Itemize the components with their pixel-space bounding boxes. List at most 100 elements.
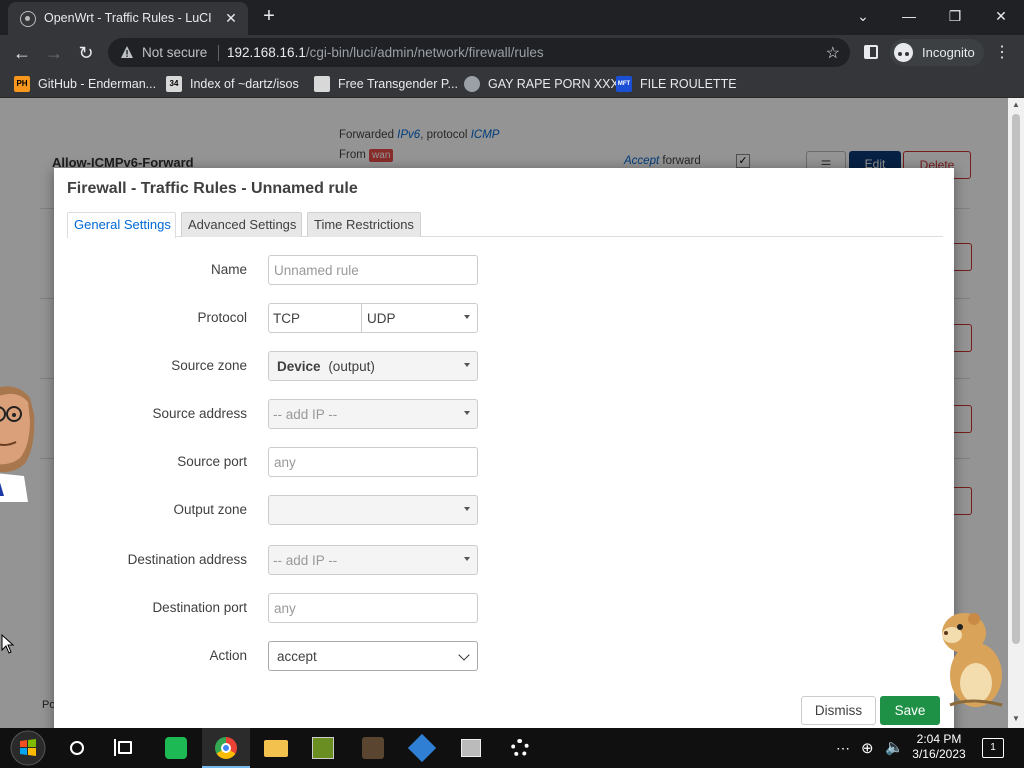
side-panel-icon[interactable]: [864, 45, 878, 59]
back-arrow-icon[interactable]: ←: [9, 40, 35, 66]
spotify-app-icon[interactable]: [152, 728, 200, 768]
restore-button[interactable]: ❐: [932, 0, 978, 32]
globe-icon: [464, 76, 480, 92]
destination-port-input[interactable]: any: [268, 593, 478, 623]
scroll-up-icon[interactable]: ▲: [1008, 98, 1024, 112]
start-button[interactable]: [2, 728, 50, 768]
incognito-label: Incognito: [922, 45, 975, 60]
protocol-chip-udp[interactable]: UDP: [363, 304, 477, 332]
new-tab-button[interactable]: +: [258, 5, 280, 27]
source-port-input[interactable]: any: [268, 447, 478, 477]
dropdown-caret-icon[interactable]: [464, 507, 470, 511]
bookmark-label: Free Transgender P...: [338, 77, 458, 91]
url-text[interactable]: 192.168.16.1/cgi-bin/luci/admin/network/…: [227, 45, 544, 60]
bookmark-star-icon[interactable]: ☆: [826, 43, 840, 63]
dismiss-button[interactable]: Dismiss: [801, 696, 876, 725]
minimize-button[interactable]: —: [886, 0, 932, 32]
tab-general-settings[interactable]: General Settings: [67, 212, 176, 238]
destination-address-label: Destination address: [127, 552, 247, 567]
dropdown-caret-icon[interactable]: [464, 363, 470, 367]
modal-title: Firewall - Traffic Rules - Unnamed rule: [67, 180, 358, 197]
action-label: Action: [209, 648, 247, 663]
mouse-cursor-icon: [1, 634, 15, 654]
browser-tab[interactable]: OpenWrt - Traffic Rules - LuCI ✕: [8, 2, 248, 35]
mft-icon: MFT: [616, 76, 632, 92]
browser-toolbar: ← → ↻ Not secure 192.168.16.1/cgi-bin/lu…: [0, 35, 1024, 70]
bookmark-label: GitHub - Enderman...: [38, 77, 157, 91]
chevron-down-icon: [458, 649, 470, 661]
bookmarks-bar: PH GitHub - Enderman... 34 Index of ~dartz/…: [0, 70, 1024, 98]
folder-34-icon: 34: [166, 76, 182, 92]
name-label: Name: [210, 262, 247, 277]
reload-icon[interactable]: ↻: [73, 40, 99, 66]
address-bar[interactable]: Not secure 192.168.16.1/cgi-bin/luci/adm…: [108, 38, 850, 67]
clock[interactable]: 2:04 PM 3/16/2023: [906, 732, 972, 762]
modal-tab-bar: General Settings Advanced Settings Time …: [67, 212, 943, 238]
tray-overflow-icon[interactable]: ⋯: [836, 740, 850, 757]
tab-time-restrictions[interactable]: Time Restrictions: [307, 212, 421, 237]
source-zone-value: Device (output): [277, 359, 375, 374]
openwrt-favicon-icon: [20, 11, 36, 27]
network-app-icon[interactable]: [398, 728, 446, 768]
network-globe-icon[interactable]: ⊕: [861, 739, 874, 757]
protocol-chip-tcp[interactable]: TCP: [269, 304, 362, 332]
source-port-label: Source port: [177, 454, 247, 469]
bookmark-item[interactable]: Free Transgender P...: [314, 75, 458, 93]
scroll-down-icon[interactable]: ▼: [1008, 712, 1024, 726]
url-path: /cgi-bin/luci/admin/network/firewall/rul…: [305, 45, 544, 60]
volume-icon[interactable]: 🔈: [885, 738, 904, 756]
chrome-menu-icon[interactable]: ⋮: [994, 42, 1010, 62]
dropdown-caret-icon[interactable]: [464, 557, 470, 561]
destination-address-placeholder: -- add IP --: [273, 553, 338, 568]
bookmark-item[interactable]: GAY RAPE PORN XXX: [464, 75, 619, 93]
clock-date: 3/16/2023: [912, 747, 966, 761]
tab-strip: OpenWrt - Traffic Rules - LuCI ✕ + ⌄ — ❐…: [0, 0, 1024, 35]
source-address-dropdown[interactable]: -- add IP --: [268, 399, 478, 429]
hamster-icon: [942, 613, 1003, 707]
name-input[interactable]: Unnamed rule: [268, 255, 478, 285]
bookmark-item[interactable]: PH GitHub - Enderman...: [14, 75, 156, 93]
incognito-profile-button[interactable]: Incognito: [890, 39, 984, 66]
source-address-label: Source address: [152, 406, 247, 421]
incognito-icon: [894, 43, 913, 62]
protocol-multiselect[interactable]: TCP UDP: [268, 303, 478, 333]
bookmark-item[interactable]: MFT FILE ROULETTE: [616, 75, 737, 93]
not-secure-label[interactable]: Not secure: [142, 45, 207, 60]
action-value: accept: [277, 649, 317, 664]
source-zone-dropdown[interactable]: Device (output): [268, 351, 478, 381]
page-scrollbar[interactable]: ▲ ▼: [1008, 98, 1024, 728]
character-app-icon[interactable]: [349, 728, 397, 768]
action-select[interactable]: accept: [268, 641, 478, 671]
bookmark-label: FILE ROULETTE: [640, 77, 737, 91]
package-app-icon[interactable]: [447, 728, 495, 768]
bookmark-item[interactable]: 34 Index of ~dartz/isos: [166, 75, 299, 93]
transgender-icon: [314, 76, 330, 92]
protocol-label: Protocol: [197, 310, 247, 325]
tab-close-icon[interactable]: ✕: [220, 7, 242, 29]
name-placeholder: Unnamed rule: [274, 263, 359, 278]
game-app-icon[interactable]: [299, 728, 347, 768]
chrome-app-icon[interactable]: [202, 728, 250, 768]
clock-time: 2:04 PM: [916, 732, 962, 746]
search-icon[interactable]: [54, 728, 102, 768]
close-window-button[interactable]: ✕: [978, 0, 1024, 32]
task-view-icon[interactable]: [101, 728, 149, 768]
bookmark-label: GAY RAPE PORN XXX: [488, 77, 619, 91]
destination-address-dropdown[interactable]: -- add IP --: [268, 545, 478, 575]
cartoon-character-icon: [0, 386, 35, 502]
output-zone-dropdown[interactable]: [268, 495, 478, 525]
edit-rule-modal: Firewall - Traffic Rules - Unnamed rule …: [54, 168, 954, 738]
omnibox-separator: [218, 45, 219, 61]
dropdown-caret-icon[interactable]: [464, 315, 470, 319]
forward-arrow-icon[interactable]: →: [41, 40, 67, 66]
file-explorer-icon[interactable]: [252, 728, 300, 768]
tab-search-icon[interactable]: ⌄: [840, 0, 886, 32]
tab-title: OpenWrt - Traffic Rules - LuCI: [44, 11, 212, 25]
bookmark-label: Index of ~dartz/isos: [190, 77, 299, 91]
notification-center-icon[interactable]: 1: [982, 738, 1004, 758]
dropdown-caret-icon[interactable]: [464, 411, 470, 415]
url-host: 192.168.16.1: [227, 45, 306, 60]
settings-gear-icon[interactable]: [496, 728, 544, 768]
tab-advanced-settings[interactable]: Advanced Settings: [181, 212, 302, 237]
scroll-thumb[interactable]: [1012, 114, 1020, 644]
